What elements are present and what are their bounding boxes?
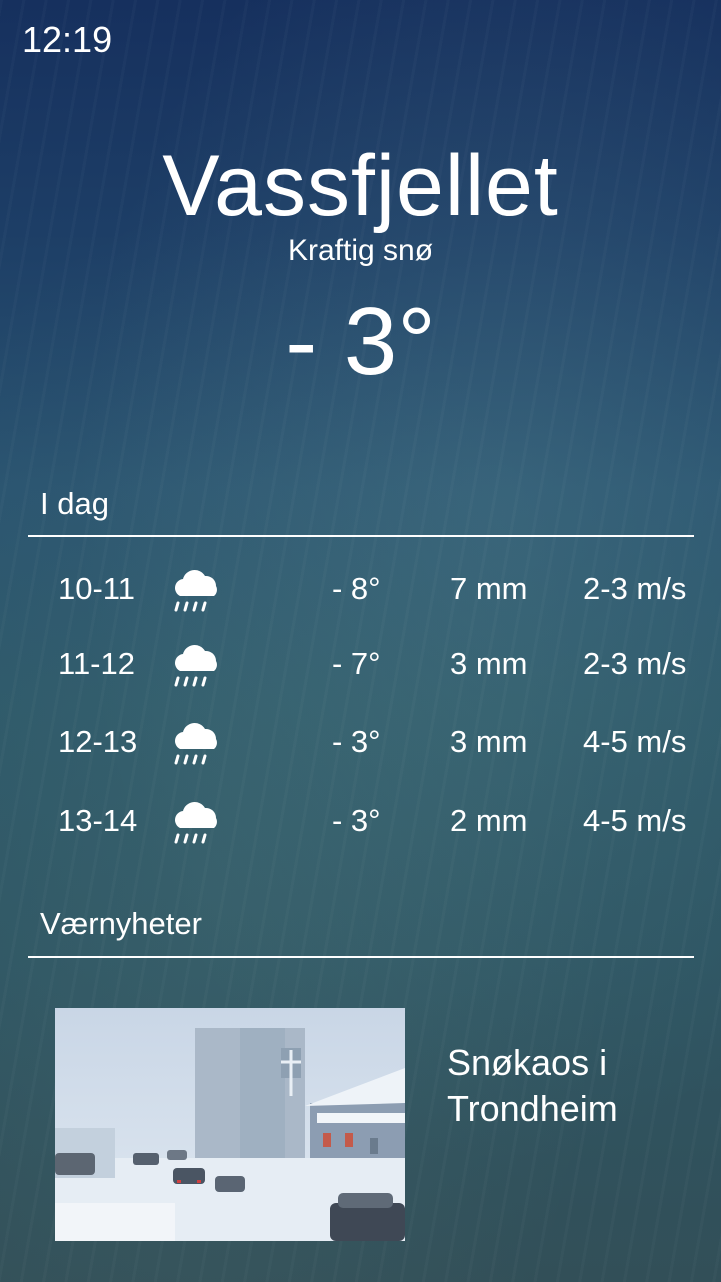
forecast-time: 12-13 (58, 724, 138, 759)
forecast-temp: - 3° (332, 803, 381, 838)
snow-cloud-icon (174, 645, 217, 687)
forecast-wind: 4-5 m/s (583, 724, 687, 759)
forecast-wind: 2-3 m/s (583, 571, 687, 606)
forecast-precip: 2 mm (450, 803, 528, 838)
snowy-street-photo (55, 1008, 405, 1241)
divider-news (28, 956, 694, 958)
forecast-wind: 4-5 m/s (583, 803, 687, 838)
forecast-row[interactable]: 13-14 - 3° 2 mm 4-5 m/s (0, 796, 721, 846)
snow-cloud-icon (174, 570, 217, 612)
forecast-precip: 7 mm (450, 571, 528, 606)
forecast-row[interactable]: 10-11 - 8° 7 mm 2-3 m/s (0, 564, 721, 614)
section-title-news: Værnyheter (40, 906, 202, 941)
forecast-precip: 3 mm (450, 646, 528, 681)
forecast-row[interactable]: 12-13 - 3° 3 mm 4-5 m/s (0, 717, 721, 767)
forecast-temp: - 7° (332, 646, 381, 681)
news-image[interactable] (55, 1008, 405, 1241)
forecast-time: 13-14 (58, 803, 138, 838)
forecast-time: 11-12 (58, 646, 135, 681)
divider-today (28, 535, 694, 537)
forecast-row[interactable]: 11-12 - 7° 3 mm 2-3 m/s (0, 639, 721, 689)
status-time: 12:19 (22, 19, 113, 60)
forecast-temp: - 3° (332, 724, 381, 759)
location-name: Vassfjellet (162, 138, 559, 234)
forecast-precip: 3 mm (450, 724, 528, 759)
forecast-temp: - 8° (332, 571, 381, 606)
forecast-wind: 2-3 m/s (583, 646, 687, 681)
current-temperature: - 3° (285, 288, 436, 395)
news-headline[interactable]: Snøkaos i Trondheim (447, 1040, 707, 1132)
weather-condition: Kraftig snø (287, 234, 434, 267)
snow-cloud-icon (174, 802, 217, 844)
snow-cloud-icon (174, 723, 217, 765)
section-title-today: I dag (40, 486, 109, 521)
forecast-time: 10-11 (58, 571, 135, 606)
